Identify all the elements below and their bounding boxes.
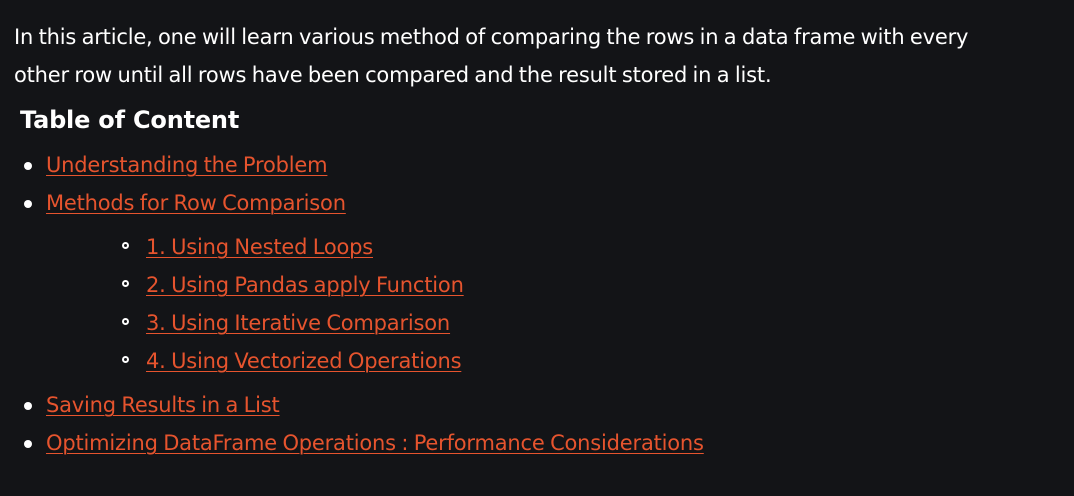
toc-link-methods-row-comparison[interactable]: Methods for Row Comparison bbox=[46, 191, 346, 215]
toc-item-understanding-problem: Understanding the Problem bbox=[14, 146, 1064, 184]
toc-link-iterative-comparison[interactable]: 3. Using Iterative Comparison bbox=[146, 311, 450, 335]
hollow-bullet-icon bbox=[122, 242, 129, 249]
toc-link-nested-loops[interactable]: 1. Using Nested Loops bbox=[146, 235, 373, 259]
toc-subitem-nested-loops: 1. Using Nested Loops bbox=[114, 228, 1064, 266]
bullet-icon bbox=[24, 200, 32, 208]
hollow-bullet-icon bbox=[122, 356, 129, 363]
bullet-icon bbox=[24, 440, 32, 448]
hollow-bullet-icon bbox=[122, 318, 129, 325]
toc-subitem-iterative-comparison: 3. Using Iterative Comparison bbox=[114, 304, 1064, 342]
article-content: In this article, one will learn various … bbox=[14, 18, 1064, 462]
hollow-bullet-icon bbox=[122, 280, 129, 287]
toc-item-methods-row-comparison: Methods for Row Comparison 1. Using Nest… bbox=[14, 184, 1064, 380]
toc-link-understanding-problem[interactable]: Understanding the Problem bbox=[46, 153, 328, 177]
toc-link-pandas-apply[interactable]: 2. Using Pandas apply Function bbox=[146, 273, 464, 297]
toc-link-saving-results[interactable]: Saving Results in a List bbox=[46, 393, 280, 417]
toc-sublist-methods: 1. Using Nested Loops 2. Using Pandas ap… bbox=[46, 228, 1064, 380]
toc-subitem-pandas-apply: 2. Using Pandas apply Function bbox=[114, 266, 1064, 304]
toc-item-optimizing-dataframe: Optimizing DataFrame Operations : Perfor… bbox=[14, 424, 1064, 462]
intro-paragraph: In this article, one will learn various … bbox=[14, 18, 1064, 94]
toc-link-vectorized-operations[interactable]: 4. Using Vectorized Operations bbox=[146, 349, 462, 373]
bullet-icon bbox=[24, 162, 32, 170]
toc-subitem-vectorized-operations: 4. Using Vectorized Operations bbox=[114, 342, 1064, 380]
intro-line-2: other row until all rows have been compa… bbox=[14, 63, 772, 87]
toc-link-optimizing-dataframe[interactable]: Optimizing DataFrame Operations : Perfor… bbox=[46, 431, 704, 455]
toc-title: Table of Content bbox=[20, 106, 240, 134]
intro-line-1: In this article, one will learn various … bbox=[14, 25, 969, 49]
toc-item-saving-results: Saving Results in a List bbox=[14, 386, 1064, 424]
toc-list: Understanding the Problem Methods for Ro… bbox=[14, 146, 1064, 462]
bullet-icon bbox=[24, 402, 32, 410]
